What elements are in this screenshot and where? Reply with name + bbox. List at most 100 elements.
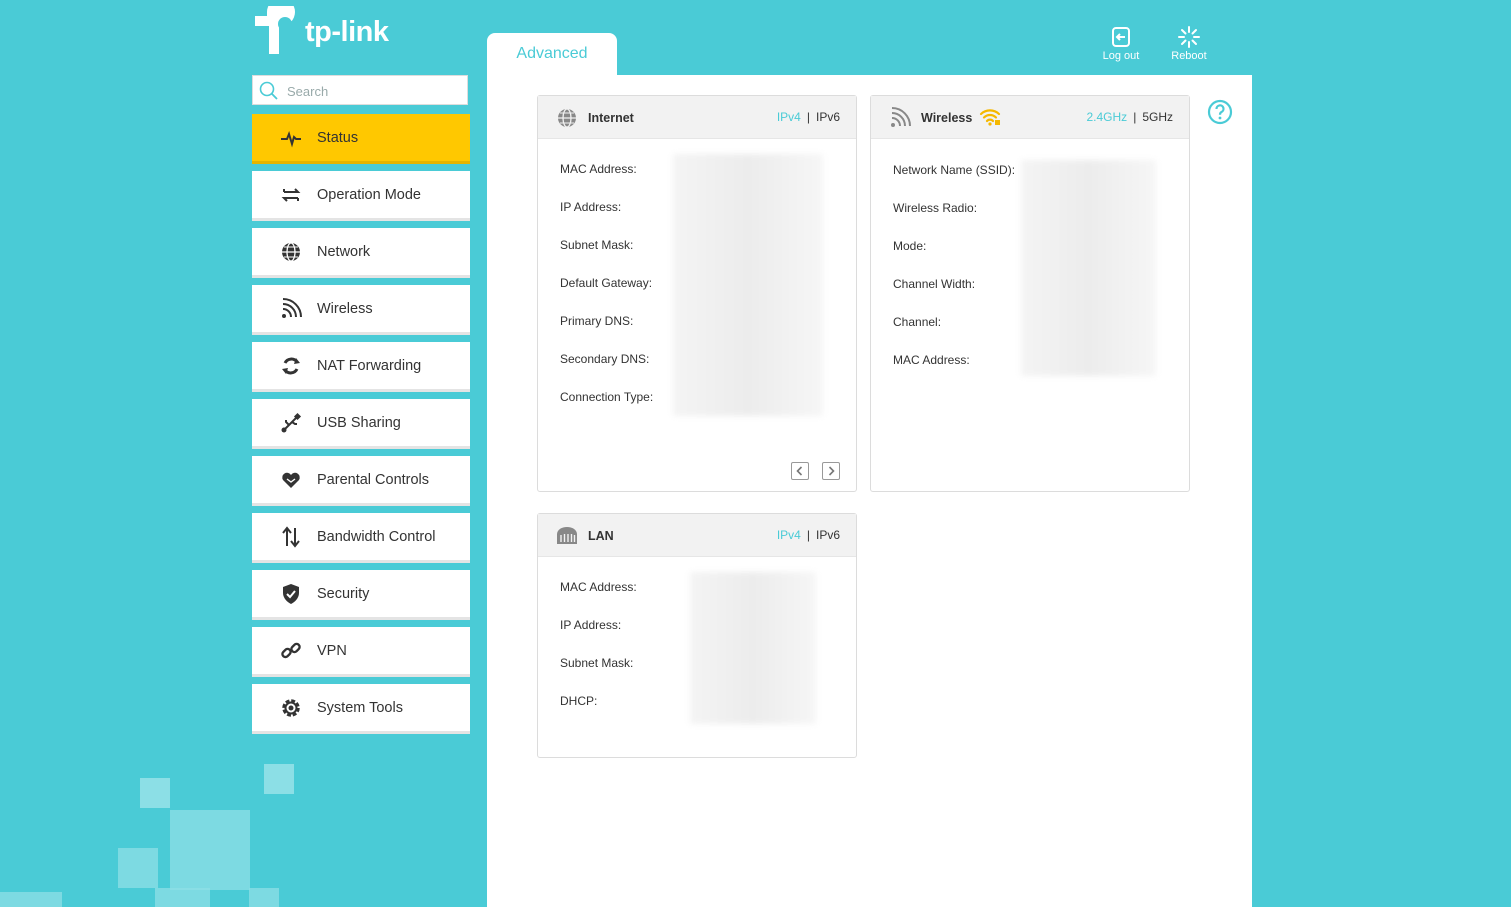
internet-card-title: Internet bbox=[588, 111, 634, 125]
decorative-square bbox=[140, 778, 170, 808]
wifi-signal-icon bbox=[891, 107, 911, 127]
sidebar-item-label: Parental Controls bbox=[317, 472, 430, 488]
sidebar-nav: Status Operation Mode Network Wireless N… bbox=[252, 114, 470, 741]
link-icon bbox=[281, 642, 301, 659]
sidebar-item-status[interactable]: Status bbox=[252, 114, 470, 164]
sidebar-item-vpn[interactable]: VPN bbox=[252, 627, 470, 677]
internet-ip-tabs: IPv4 | IPv6 bbox=[777, 110, 840, 124]
sidebar-item-label: Bandwidth Control bbox=[317, 529, 436, 545]
field-label: DHCP: bbox=[560, 694, 598, 708]
internet-card-header: Internet IPv4 | IPv6 bbox=[538, 96, 856, 139]
refresh-icon bbox=[282, 357, 300, 375]
pulse-icon bbox=[281, 130, 301, 148]
sidebar-item-parental-controls[interactable]: Parental Controls bbox=[252, 456, 470, 506]
search-input[interactable] bbox=[285, 81, 465, 101]
tp-link-logo: tp-link bbox=[251, 0, 391, 58]
ethernet-port-icon bbox=[557, 527, 577, 544]
next-page-button[interactable] bbox=[822, 462, 840, 480]
tab-advanced-label: Advanced bbox=[516, 45, 588, 62]
prev-page-button[interactable] bbox=[791, 462, 809, 480]
field-label: Connection Type: bbox=[560, 390, 654, 404]
logout-label: Log out bbox=[1102, 50, 1140, 62]
wireless-card-header: Wireless 2.4GHz | 5GHz bbox=[871, 96, 1189, 139]
field-label: Default Gateway: bbox=[560, 276, 653, 290]
decorative-square bbox=[0, 892, 62, 907]
globe-icon bbox=[558, 108, 576, 128]
search-box[interactable] bbox=[252, 75, 468, 105]
reboot-button[interactable]: Reboot bbox=[1159, 26, 1219, 62]
sidebar-item-operation-mode[interactable]: Operation Mode bbox=[252, 171, 470, 221]
wireless-band-tabs: 2.4GHz | 5GHz bbox=[1087, 110, 1174, 124]
sidebar-item-label: Operation Mode bbox=[317, 187, 421, 203]
field-label: Subnet Mask: bbox=[560, 238, 634, 252]
tab-2-4ghz[interactable]: 2.4GHz bbox=[1087, 110, 1128, 124]
sidebar-item-label: Wireless bbox=[317, 301, 373, 317]
tab-ipv4[interactable]: IPv4 bbox=[777, 110, 801, 124]
logo-text: tp-link bbox=[305, 16, 389, 48]
gear-icon bbox=[282, 699, 300, 717]
chevron-left-icon bbox=[796, 466, 803, 476]
sidebar-item-wireless[interactable]: Wireless bbox=[252, 285, 470, 335]
heart-icon bbox=[282, 472, 300, 488]
field-label: Secondary DNS: bbox=[560, 352, 650, 366]
search-icon bbox=[259, 81, 278, 100]
field-label: MAC Address: bbox=[560, 580, 637, 594]
tab-advanced[interactable]: Advanced bbox=[487, 33, 617, 76]
usb-icon bbox=[281, 412, 302, 433]
tab-ipv6[interactable]: IPv6 bbox=[816, 110, 840, 124]
globe-icon bbox=[282, 242, 300, 262]
field-label: MAC Address: bbox=[893, 353, 970, 367]
sidebar-item-system-tools[interactable]: System Tools bbox=[252, 684, 470, 734]
lan-ip-tabs: IPv4 | IPv6 bbox=[777, 528, 840, 542]
sidebar-item-label: System Tools bbox=[317, 700, 403, 716]
sidebar-item-network[interactable]: Network bbox=[252, 228, 470, 278]
tab-ipv4[interactable]: IPv4 bbox=[777, 528, 801, 542]
reboot-label: Reboot bbox=[1171, 50, 1207, 62]
lan-card: LAN IPv4 | IPv6 MAC Address: IP Address: S… bbox=[537, 513, 857, 758]
decorative-square bbox=[118, 848, 158, 888]
sidebar-item-label: USB Sharing bbox=[317, 415, 401, 431]
wireless-card: Wireless 2.4GHz | 5GHz Network Name (SSID)… bbox=[870, 95, 1190, 492]
decorative-square bbox=[264, 764, 294, 794]
chevron-right-icon bbox=[828, 466, 835, 476]
lan-card-header: LAN IPv4 | IPv6 bbox=[538, 514, 856, 557]
sidebar-item-nat-forwarding[interactable]: NAT Forwarding bbox=[252, 342, 470, 392]
field-label: Mode: bbox=[893, 239, 927, 253]
sidebar-item-bandwidth-control[interactable]: Bandwidth Control bbox=[252, 513, 470, 563]
logout-button[interactable]: Log out bbox=[1091, 26, 1151, 62]
lan-card-title: LAN bbox=[588, 529, 614, 543]
sidebar-item-usb-sharing[interactable]: USB Sharing bbox=[252, 399, 470, 449]
tab-separator: | bbox=[1133, 110, 1137, 124]
redacted-values bbox=[673, 154, 823, 416]
wifi-signal-icon bbox=[282, 298, 302, 318]
wifi-icon bbox=[979, 109, 1001, 126]
redacted-values bbox=[690, 572, 816, 724]
decorative-square bbox=[170, 810, 250, 890]
redacted-values bbox=[1021, 160, 1156, 376]
sidebar-item-label: Status bbox=[317, 130, 359, 146]
sidebar-item-label: Security bbox=[317, 586, 370, 602]
up-down-arrows-icon bbox=[282, 526, 300, 548]
tp-link-logo-mark bbox=[255, 0, 295, 54]
help-icon[interactable] bbox=[1207, 99, 1233, 125]
tab-separator: | bbox=[806, 528, 810, 542]
wireless-card-title: Wireless bbox=[921, 111, 973, 125]
sidebar-item-label: VPN bbox=[317, 643, 347, 659]
field-label: IP Address: bbox=[560, 618, 622, 632]
field-label: Subnet Mask: bbox=[560, 656, 634, 670]
tab-separator: | bbox=[806, 110, 810, 124]
field-label: Channel: bbox=[893, 315, 942, 329]
sidebar-item-label: NAT Forwarding bbox=[317, 358, 422, 374]
field-label: Channel Width: bbox=[893, 277, 976, 291]
field-label: MAC Address: bbox=[560, 162, 637, 176]
field-label: Primary DNS: bbox=[560, 314, 634, 328]
tab-ipv6[interactable]: IPv6 bbox=[816, 528, 840, 542]
decorative-square bbox=[249, 888, 279, 907]
field-label: IP Address: bbox=[560, 200, 622, 214]
sidebar-item-security[interactable]: Security bbox=[252, 570, 470, 620]
tab-5ghz[interactable]: 5GHz bbox=[1142, 110, 1173, 124]
field-label: Network Name (SSID): bbox=[893, 163, 1016, 177]
logout-icon bbox=[1112, 27, 1130, 47]
decorative-square bbox=[155, 888, 210, 907]
swap-arrows-icon bbox=[281, 188, 301, 202]
